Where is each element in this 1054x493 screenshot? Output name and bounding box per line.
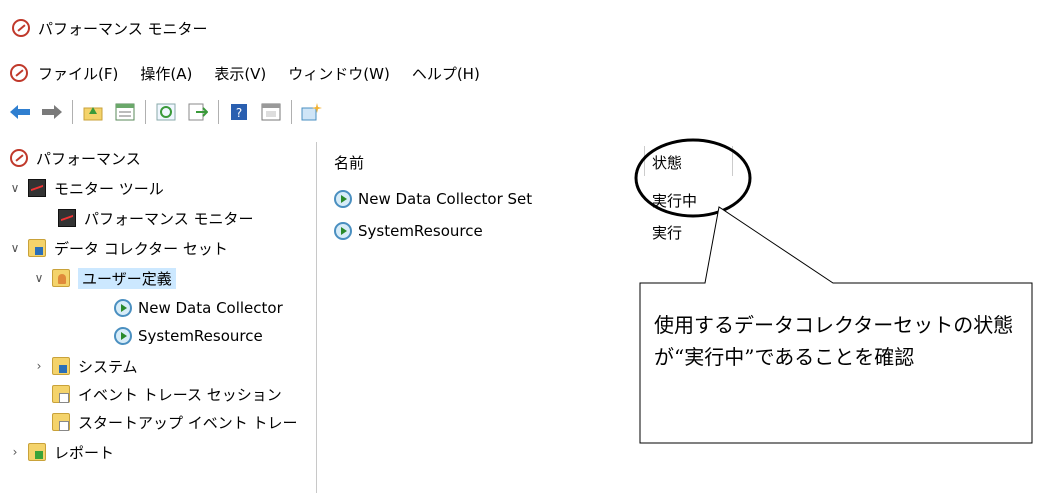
tree-item-reports[interactable]: › レポート: [8, 438, 114, 466]
list-row[interactable]: New Data Collector Set: [334, 186, 532, 212]
tree-item-label: データ コレクター セット: [54, 239, 228, 258]
row-name: SystemResource: [358, 222, 483, 240]
column-divider[interactable]: [732, 146, 733, 176]
chart-icon: [58, 209, 76, 227]
folder-icon: [52, 357, 70, 375]
tree-item-label: スタートアップ イベント トレー: [78, 413, 298, 432]
menu-action[interactable]: 操作(A): [140, 63, 192, 84]
tree-item-performance[interactable]: パフォーマンス: [8, 144, 141, 172]
column-header-name[interactable]: 名前: [334, 152, 364, 173]
tree-item-label: レポート: [54, 443, 115, 462]
help-icon[interactable]: ?: [227, 100, 251, 124]
window-title: パフォーマンス モニター: [38, 19, 208, 38]
chevron-right-icon[interactable]: ›: [32, 359, 46, 373]
folder-icon: [28, 239, 46, 257]
menu-help[interactable]: ヘルプ(H): [412, 63, 480, 84]
folder-icon: [52, 413, 70, 431]
menu-window[interactable]: ウィンドウ(W): [288, 63, 390, 84]
chevron-right-icon[interactable]: ›: [8, 445, 22, 459]
tree-item-monitor-tools[interactable]: ∨ モニター ツール: [8, 174, 164, 202]
toolbar-separator: [145, 100, 146, 124]
tree-item-user-defined[interactable]: ∨ ユーザー定義: [32, 264, 176, 292]
tree-item-label: ユーザー定義: [78, 267, 176, 289]
toolbar-separator: [218, 100, 219, 124]
chevron-down-icon[interactable]: ∨: [8, 241, 22, 255]
title-bar: パフォーマンス モニター: [0, 0, 778, 56]
monitor-tools-icon: [28, 179, 46, 197]
folder-icon: [52, 385, 70, 403]
chevron-down-icon[interactable]: ∨: [32, 271, 46, 285]
toolbar: ?: [0, 92, 778, 132]
performance-icon: [10, 149, 28, 167]
column-header-status[interactable]: 状態: [652, 152, 682, 173]
back-arrow-icon[interactable]: [8, 100, 32, 124]
reports-folder-icon: [28, 443, 46, 461]
user-folder-icon: [52, 269, 70, 287]
row-status: 実行中: [652, 192, 698, 210]
data-collector-set-icon: [114, 299, 132, 317]
list-row[interactable]: SystemResource: [334, 218, 483, 244]
toolbar-separator: [291, 100, 292, 124]
navigation-tree: パフォーマンス ∨ モニター ツール パフォーマンス モニター ∨ データ コレ…: [8, 142, 317, 493]
forward-arrow-icon[interactable]: [40, 100, 64, 124]
chevron-down-icon[interactable]: ∨: [8, 181, 22, 195]
tree-item-label: SystemResource: [138, 327, 263, 345]
tree-item-new-data-collector[interactable]: New Data Collector: [114, 294, 283, 322]
new-icon[interactable]: [300, 100, 324, 124]
tree-item-label: New Data Collector: [138, 299, 283, 317]
export-icon[interactable]: [186, 100, 210, 124]
tree-item-label: パフォーマンス モニター: [84, 209, 254, 228]
tree-item-startup-event-trace[interactable]: スタートアップ イベント トレー: [52, 408, 298, 436]
folder-up-icon[interactable]: [81, 100, 105, 124]
row-status: 実行: [652, 224, 683, 242]
tree-item-label: モニター ツール: [54, 179, 164, 198]
tree-item-system[interactable]: › システム: [32, 352, 138, 380]
column-divider[interactable]: [644, 146, 645, 176]
svg-text:?: ?: [236, 106, 242, 120]
tree-item-data-collector-sets[interactable]: ∨ データ コレクター セット: [8, 234, 228, 262]
show-hide-icon[interactable]: [259, 100, 283, 124]
tree-item-performance-monitor[interactable]: パフォーマンス モニター: [58, 204, 253, 232]
data-collector-set-icon: [334, 190, 352, 208]
toolbar-separator: [72, 100, 73, 124]
data-collector-set-icon: [114, 327, 132, 345]
menu-bar: ファイル(F) 操作(A) 表示(V) ウィンドウ(W) ヘルプ(H): [0, 56, 778, 90]
callout-text: 使用するデータコレクターセットの状態が“実行中”であることを確認: [654, 313, 1014, 369]
tree-item-label: システム: [78, 357, 138, 376]
menu-file[interactable]: ファイル(F): [38, 63, 118, 84]
tree-item-label: パフォーマンス: [36, 149, 141, 168]
data-collector-set-icon: [334, 222, 352, 240]
system-menu-icon[interactable]: [10, 64, 28, 82]
tree-item-systemresource[interactable]: SystemResource: [114, 322, 263, 350]
refresh-icon[interactable]: [154, 100, 178, 124]
row-name: New Data Collector Set: [358, 190, 533, 208]
properties-icon[interactable]: [113, 100, 137, 124]
performance-app-icon: [12, 19, 30, 37]
tree-item-label: イベント トレース セッション: [78, 385, 282, 404]
tree-item-event-trace-sessions[interactable]: イベント トレース セッション: [52, 380, 282, 408]
menu-view[interactable]: 表示(V): [214, 63, 266, 84]
